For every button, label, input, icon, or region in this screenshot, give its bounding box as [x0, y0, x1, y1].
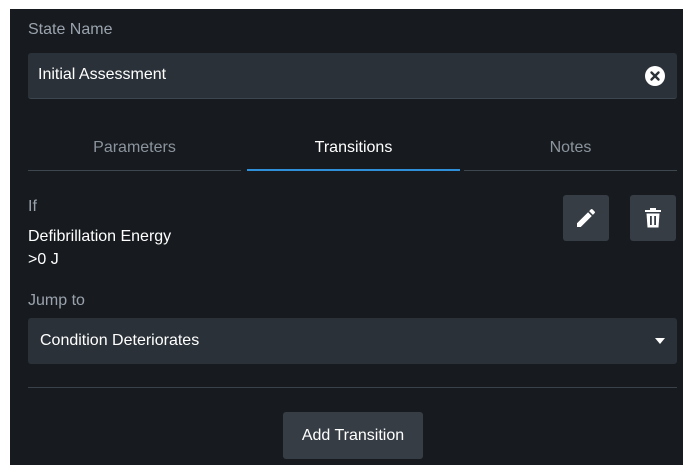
- close-circle-icon[interactable]: [645, 66, 665, 86]
- pencil-icon: [577, 208, 596, 227]
- tab-parameters[interactable]: Parameters: [28, 127, 241, 171]
- add-transition-button[interactable]: Add Transition: [283, 412, 423, 459]
- jump-to-label: Jump to: [28, 292, 85, 309]
- jump-to-selected-value: Condition Deteriorates: [40, 332, 200, 349]
- jump-to-select[interactable]: Condition Deteriorates: [28, 318, 677, 364]
- tab-bar: Parameters Transitions Notes: [28, 127, 677, 171]
- if-label: If: [28, 198, 37, 215]
- trash-icon: [645, 208, 661, 228]
- divider: [28, 387, 677, 388]
- edit-transition-button[interactable]: [563, 195, 609, 241]
- tab-notes[interactable]: Notes: [464, 127, 677, 171]
- state-name-label: State Name: [28, 21, 113, 38]
- condition-title: Defibrillation Energy: [28, 228, 172, 245]
- delete-transition-button[interactable]: [630, 195, 676, 241]
- state-editor-panel: State Name Initial Assessment Parameters…: [10, 9, 683, 465]
- tab-transitions[interactable]: Transitions: [247, 127, 460, 171]
- state-name-value[interactable]: Initial Assessment: [38, 66, 166, 84]
- caret-down-icon[interactable]: [655, 338, 665, 344]
- condition-value: >0 J: [28, 251, 59, 268]
- state-name-field[interactable]: Initial Assessment: [28, 53, 677, 99]
